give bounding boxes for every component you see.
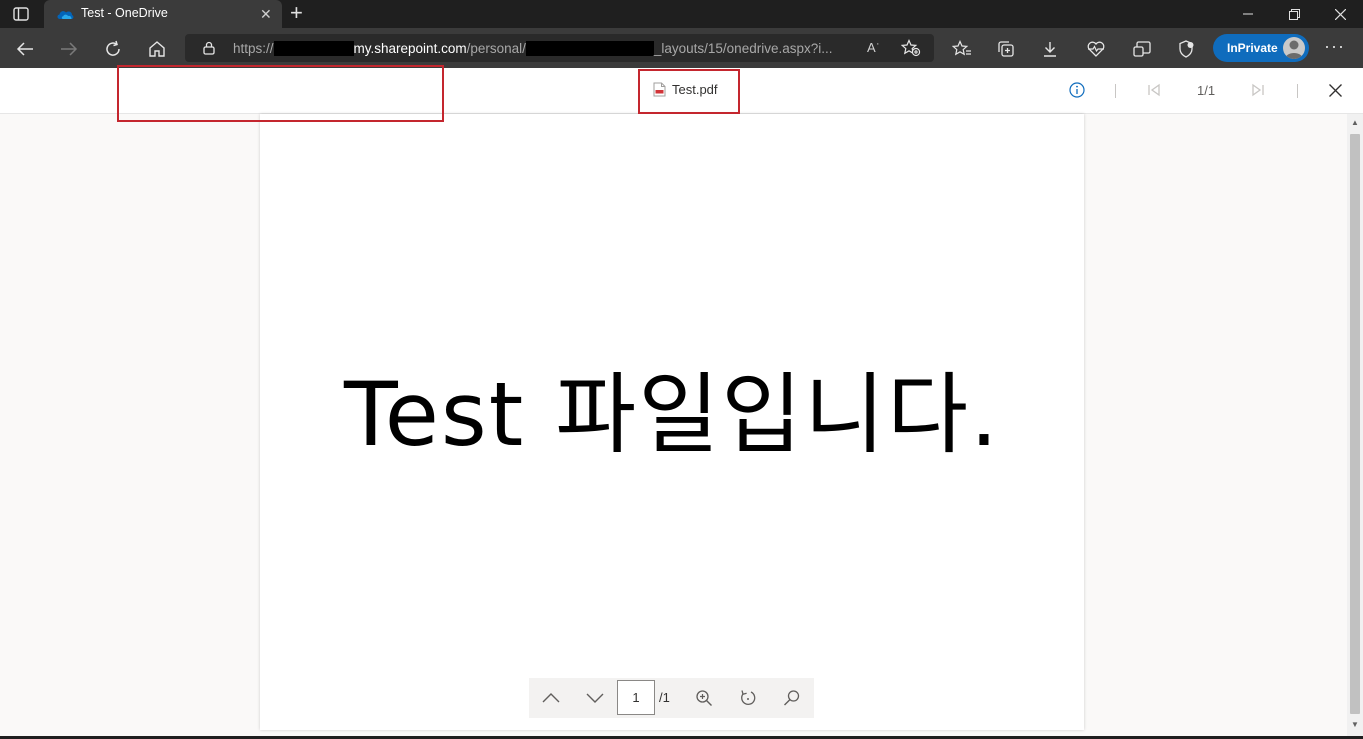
- restore-icon: [1288, 8, 1300, 20]
- first-page-button[interactable]: [1147, 83, 1161, 100]
- search-button[interactable]: [780, 686, 804, 710]
- refresh-button[interactable]: [100, 36, 126, 62]
- person-icon: [1285, 40, 1303, 59]
- tab-strip: Test - OneDrive ✕ +: [0, 0, 1363, 28]
- page-number-input[interactable]: [617, 680, 655, 715]
- tab-actions-button[interactable]: [8, 4, 34, 24]
- close-viewer-button[interactable]: [1329, 84, 1342, 100]
- download-icon: [1044, 42, 1056, 57]
- scrollbar-thumb[interactable]: [1350, 134, 1360, 714]
- inprivate-profile-button[interactable]: InPrivate: [1213, 34, 1309, 62]
- favorites-icon: [952, 40, 971, 56]
- vertical-scrollbar[interactable]: ▲ ▼: [1347, 114, 1363, 736]
- url-host: my.sharepoint.com: [353, 41, 467, 56]
- scroll-down-icon[interactable]: ▼: [1351, 720, 1359, 729]
- refresh-icon: [106, 40, 120, 56]
- collections-icon: [998, 41, 1014, 57]
- arrow-left-icon: [16, 42, 33, 56]
- last-page-button[interactable]: [1251, 83, 1265, 100]
- browser-essentials-button[interactable]: [1175, 38, 1197, 60]
- back-button[interactable]: [12, 36, 38, 62]
- arrow-right-icon: [61, 42, 78, 56]
- rotate-icon: [741, 690, 756, 706]
- read-aloud-button[interactable]: A͘: [867, 40, 876, 55]
- home-button[interactable]: [144, 36, 170, 62]
- minimize-button[interactable]: [1225, 2, 1271, 26]
- forward-button[interactable]: [56, 36, 82, 62]
- document-text: Test 파일입니다.: [343, 363, 1001, 466]
- url-path: /personal/: [466, 41, 526, 56]
- downloads-button[interactable]: [1039, 38, 1061, 60]
- browser-tab-active[interactable]: Test - OneDrive ✕: [44, 0, 282, 28]
- performance-button[interactable]: [1085, 38, 1107, 60]
- previous-page-button[interactable]: [539, 686, 563, 710]
- split-window-icon: [1133, 41, 1151, 57]
- chevron-down-icon: [586, 693, 604, 703]
- close-icon: [1329, 84, 1342, 97]
- shield-heart-icon: [1179, 40, 1194, 58]
- favorites-button[interactable]: [951, 38, 973, 60]
- next-page-button[interactable]: [583, 686, 607, 710]
- info-icon: [1069, 82, 1085, 98]
- chevron-up-icon: [542, 693, 560, 703]
- rotate-button[interactable]: [736, 686, 760, 710]
- lock-icon[interactable]: [203, 41, 215, 55]
- close-icon: [1334, 8, 1346, 20]
- settings-more-button[interactable]: ···: [1324, 36, 1345, 57]
- toolbar-divider: [1115, 84, 1116, 98]
- restore-button[interactable]: [1271, 2, 1317, 26]
- redacted-block: [273, 41, 354, 56]
- new-tab-button[interactable]: +: [290, 2, 303, 24]
- page-navigation-bar: /1: [529, 678, 814, 718]
- url-prefix: https://: [233, 41, 274, 56]
- url-text: https:// my.sharepoint.com/personal/ _layo…: [233, 41, 833, 56]
- redacted-block: [525, 41, 654, 56]
- toolbar-divider: [1297, 84, 1298, 98]
- search-icon: [784, 690, 800, 706]
- inprivate-label: InPrivate: [1227, 41, 1278, 55]
- split-screen-button[interactable]: [1131, 38, 1153, 60]
- zoom-in-icon: [696, 690, 712, 706]
- add-favorite-icon[interactable]: [901, 39, 921, 57]
- browser-toolbar: https:// my.sharepoint.com/personal/ _layo…: [0, 28, 1363, 68]
- skip-to-end-icon: [1252, 83, 1264, 97]
- collections-button[interactable]: [995, 38, 1017, 60]
- url-suffix: _layouts/15/onedrive.aspx?i...: [653, 41, 833, 56]
- skip-to-start-icon: [1148, 83, 1160, 97]
- heart-pulse-icon: [1087, 41, 1105, 57]
- home-icon: [149, 41, 165, 57]
- tab-title: Test - OneDrive: [81, 6, 168, 20]
- page-indicator: 1/1: [1197, 83, 1216, 98]
- minimize-icon: [1243, 13, 1253, 15]
- onedrive-cloud-icon: [57, 11, 74, 19]
- page-total: /1: [659, 690, 670, 705]
- zoom-button[interactable]: [692, 686, 716, 710]
- tab-panel-icon: [13, 7, 29, 21]
- tab-close-icon[interactable]: ✕: [260, 6, 272, 23]
- scroll-up-icon[interactable]: ▲: [1351, 118, 1359, 127]
- highlight-box: [638, 69, 740, 114]
- close-window-button[interactable]: [1317, 2, 1363, 26]
- info-button[interactable]: [1069, 82, 1085, 101]
- avatar: [1283, 37, 1305, 59]
- address-bar[interactable]: https:// my.sharepoint.com/personal/ _layo…: [185, 34, 934, 62]
- highlight-box: [117, 65, 444, 122]
- pdf-page: Test 파일입니다.: [260, 114, 1084, 730]
